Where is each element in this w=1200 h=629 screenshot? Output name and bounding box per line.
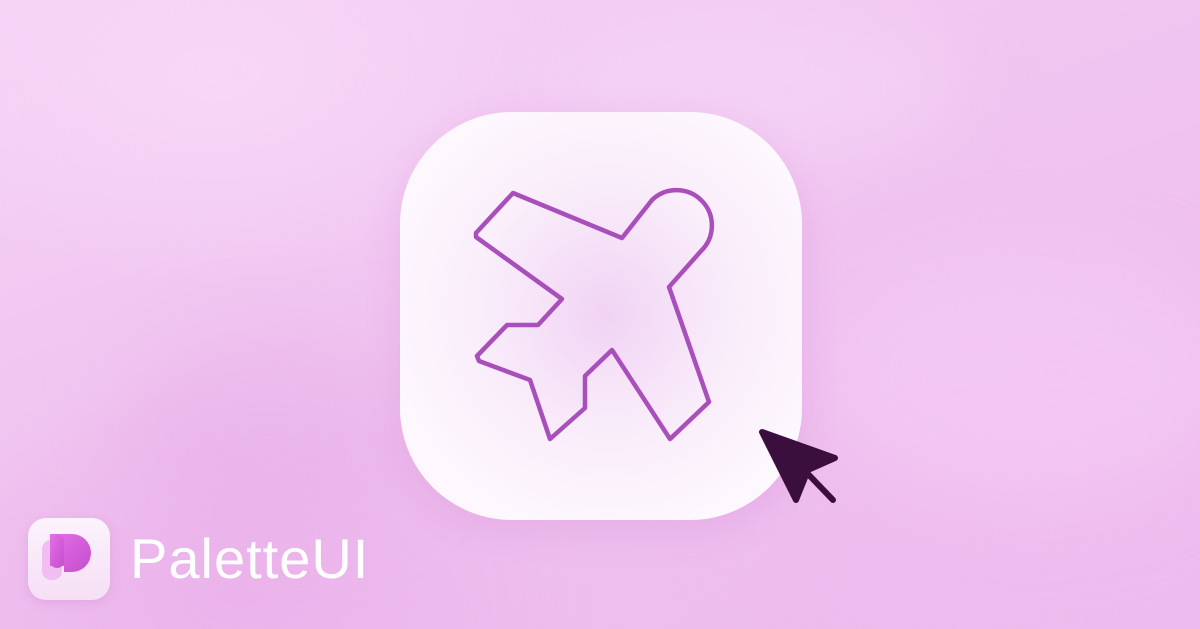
cursor-arrow-icon — [759, 429, 838, 503]
airplane-icon — [473, 187, 715, 442]
brand-lockup[interactable]: PaletteUI — [28, 516, 369, 602]
background-glow — [820, 250, 1200, 510]
brand-name: PaletteUI — [130, 527, 370, 590]
palette-p-logo-icon — [28, 518, 110, 600]
background-glow — [120, 330, 420, 530]
